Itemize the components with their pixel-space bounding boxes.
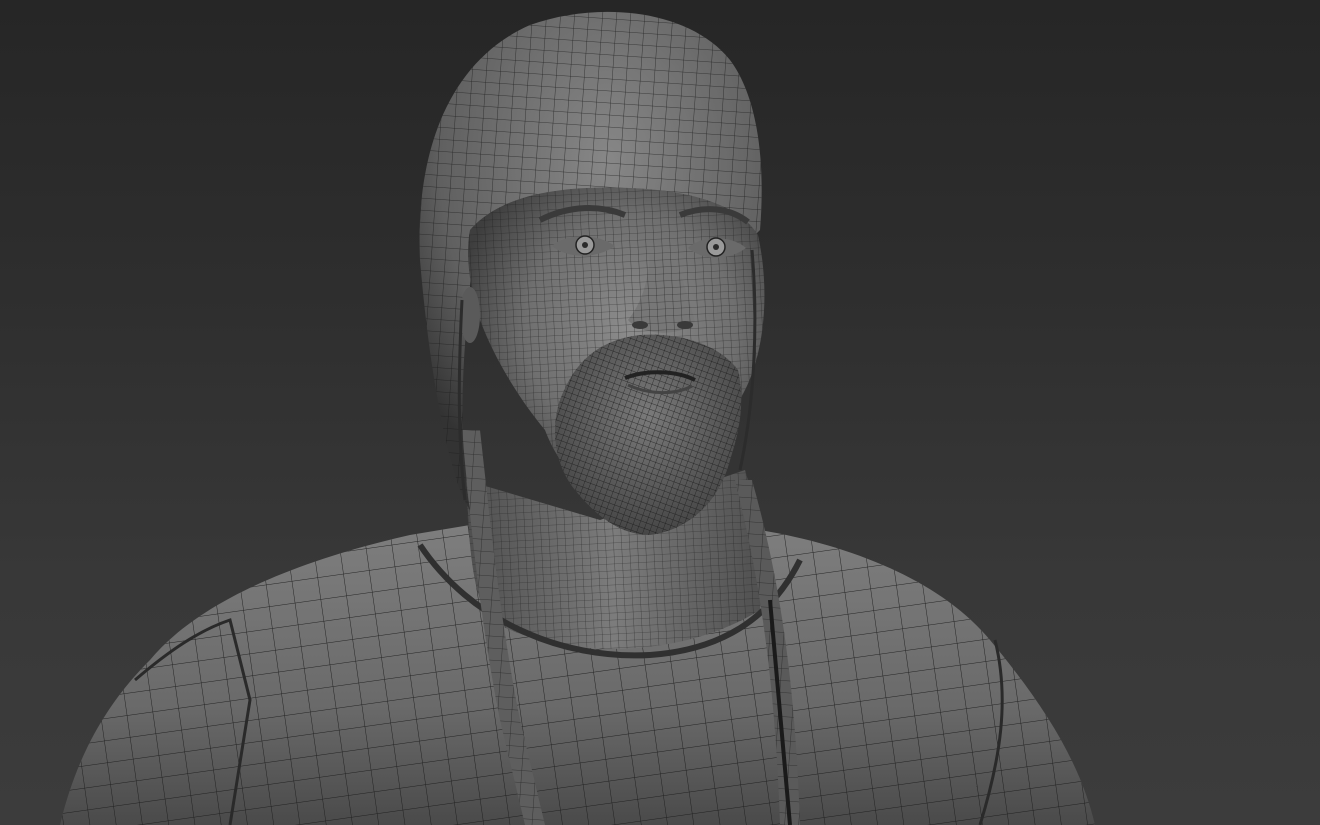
ear (460, 287, 480, 343)
model-render (60, 11, 1095, 825)
viewport[interactable] (0, 0, 1320, 825)
